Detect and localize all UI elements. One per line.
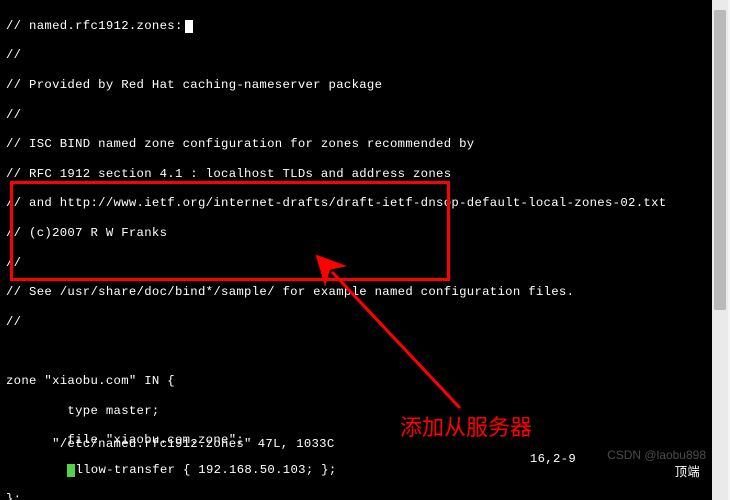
- comment-line: //: [6, 256, 710, 271]
- comment-line: //: [6, 48, 710, 63]
- scrollbar-thumb[interactable]: [714, 10, 726, 310]
- comment-line: // and http://www.ietf.org/internet-draf…: [6, 196, 710, 211]
- terminal-viewport[interactable]: // named.rfc1912.zones: // // Provided b…: [0, 0, 712, 500]
- comment-line: // RFC 1912 section 4.1 : localhost TLDs…: [6, 167, 710, 182]
- comment-line: // Provided by Red Hat caching-nameserve…: [6, 78, 710, 93]
- zone-line: type master;: [6, 404, 710, 419]
- comment-line: // named.rfc1912.zones:: [6, 19, 183, 33]
- comment-line: // See /usr/share/doc/bind*/sample/ for …: [6, 285, 710, 300]
- zone-decl: zone "xiaobu.com" IN {: [6, 374, 710, 389]
- status-cursor-pos: 16,2-9: [530, 452, 576, 467]
- comment-line: //: [6, 315, 710, 330]
- blank-line: [6, 344, 710, 359]
- comment-line: // ISC BIND named zone configuration for…: [6, 137, 710, 152]
- app-frame: // named.rfc1912.zones: // // Provided b…: [0, 0, 730, 500]
- scrollbar[interactable]: [712, 0, 728, 500]
- comment-line: // (c)2007 R W Franks: [6, 226, 710, 241]
- watermark-csdn: CSDN @laobu898: [607, 448, 706, 462]
- status-scroll-indicator: 顶端: [675, 466, 700, 481]
- annotation-label: 添加从服务器: [400, 410, 532, 442]
- status-filesize: 47L, 1033C: [258, 437, 335, 451]
- vim-status-line: "/etc/named.rfc1912.zones" 47L, 1033C 16,…: [6, 422, 706, 496]
- status-filepath: "/etc/named.rfc1912.zones": [52, 437, 252, 451]
- cursor-top: [185, 20, 193, 33]
- comment-line: //: [6, 108, 710, 123]
